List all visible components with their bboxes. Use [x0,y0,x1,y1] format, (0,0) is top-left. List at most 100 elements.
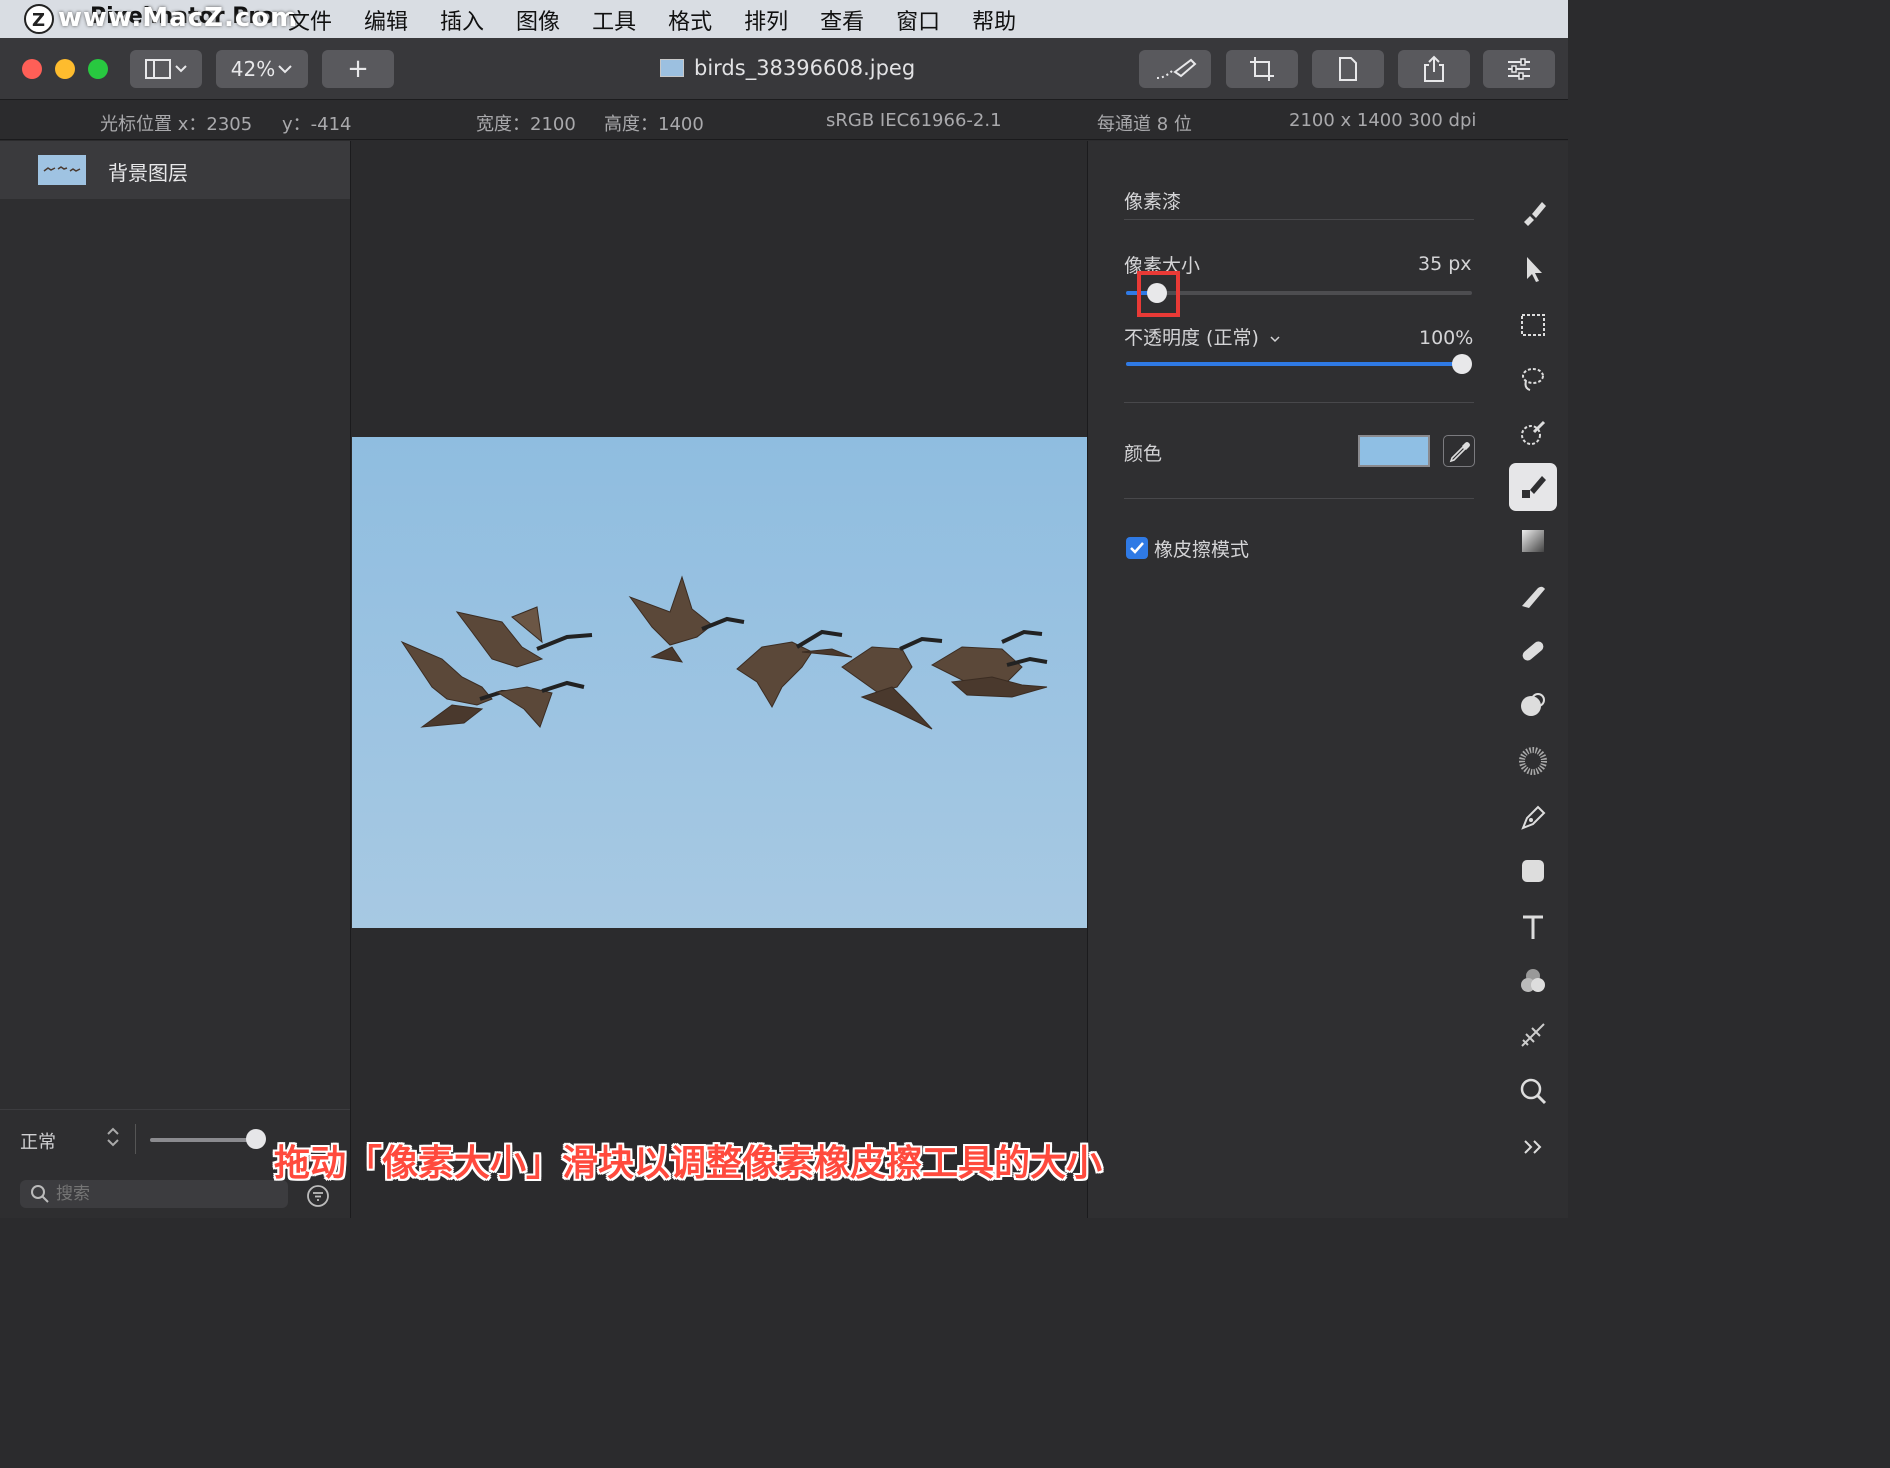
cursor-y-readout: y：-414 [282,114,352,135]
rect-select-tool[interactable] [1509,301,1557,349]
cursor-x-readout: 光标位置 x：2305 [100,114,253,135]
pixel-brush-icon [1522,476,1546,498]
document-thumbnail-icon [660,59,684,77]
paint-style-button[interactable] [1139,50,1211,88]
zoom-value: 42% [230,57,276,81]
layers-panel: 背景图层 正常 [0,141,351,1218]
layer-item[interactable]: 背景图层 [0,141,350,199]
marquee-select-icon [1521,314,1545,336]
menu-file[interactable]: 文件 [288,4,332,36]
menu-list: 文件 编辑 插入 图像 工具 格式 排列 查看 窗口 帮助 [288,4,1048,36]
birds-thumbnail-icon [43,166,81,172]
document-filename: birds_38396608.jpeg [694,56,916,80]
double-chevron-right-icon [1524,1140,1542,1154]
chevron-down-icon [1270,336,1280,343]
menu-image[interactable]: 图像 [516,4,560,36]
minimize-window-button[interactable] [55,59,75,79]
opacity-value[interactable]: 100% [1419,327,1473,349]
arrange-tool[interactable] [1509,245,1557,293]
eraser-mode-label: 橡皮擦模式 [1154,539,1250,561]
title-divider [1124,219,1474,220]
sparkle-brush-icon [1521,1023,1545,1047]
image-height-readout: 高度：1400 [604,114,704,135]
magnifier-icon [1520,1078,1547,1105]
repair-tool[interactable] [1509,627,1557,675]
opacity-label: 不透明度 (正常) [1124,327,1259,349]
tools-sidebar [1497,141,1568,1218]
up-down-chevron-icon[interactable] [106,1126,120,1148]
zoom-dropdown[interactable]: 42% [216,50,308,88]
color-fill-tool[interactable] [1509,957,1557,1005]
layer-opacity-knob[interactable] [246,1129,266,1149]
layer-opacity-slider[interactable] [150,1138,256,1142]
add-button[interactable]: + [322,50,394,88]
pixel-paint-tool[interactable] [1509,463,1557,511]
gradient-icon [1522,530,1544,552]
eraser-icon [1522,586,1545,608]
crop-button[interactable] [1226,50,1298,88]
color-adjust-tool[interactable] [1509,409,1557,457]
window-toolbar: 42% + birds_38396608.jpeg [0,38,1568,100]
eyedropper-icon [1449,442,1470,463]
image-canvas[interactable] [352,437,1087,928]
image-width-readout: 宽度：2100 [476,114,576,135]
menu-bar: Z Pixelmator Pro www.MacZ.com 文件 编辑 插入 图… [0,0,1568,38]
eyedropper-button[interactable] [1443,435,1475,467]
eraser-mode-checkbox[interactable] [1126,537,1148,559]
tool-inspector: 像素漆 像素大小 35 px 不透明度 (正常) 100% 颜色 橡皮擦模式 [1087,141,1497,1218]
opacity-knob[interactable] [1452,354,1472,374]
document-icon [1339,57,1357,81]
zoom-tool[interactable] [1509,1067,1557,1115]
sliders-icon [1508,58,1530,80]
canvas-area[interactable] [351,141,1087,1218]
noise-brush-icon [1519,747,1547,775]
footer-divider [135,1124,136,1154]
menu-format[interactable]: 格式 [668,4,712,36]
clone-tool[interactable] [1509,681,1557,729]
text-t-icon [1523,915,1543,939]
gradient-tool[interactable] [1509,517,1557,565]
more-tools-button[interactable] [1509,1123,1557,1171]
menu-help[interactable]: 帮助 [972,4,1016,36]
menu-arrange[interactable]: 排列 [744,4,788,36]
retouch-tool[interactable] [1509,573,1557,621]
format-button[interactable] [1312,50,1384,88]
adjustments-button[interactable] [1483,50,1555,88]
effects-brush-tool[interactable] [1509,737,1557,785]
menu-window[interactable]: 窗口 [896,4,940,36]
share-button[interactable] [1398,50,1470,88]
pixel-size-value[interactable]: 35 px [1418,253,1472,275]
menu-insert[interactable]: 插入 [440,4,484,36]
filter-icon[interactable] [306,1184,330,1208]
layer-search-field[interactable] [20,1180,288,1208]
color-well[interactable] [1358,435,1430,467]
color-circles-icon [1521,969,1545,992]
app-logo-icon[interactable]: Z [22,2,56,36]
document-title: birds_38396608.jpeg [660,56,915,80]
paint-tool[interactable] [1509,189,1557,237]
chevron-down-icon [278,65,292,74]
brush-stroke-icon [1156,58,1197,79]
menu-tools[interactable]: 工具 [592,4,636,36]
search-input[interactable] [56,1182,276,1206]
menu-edit[interactable]: 编辑 [364,4,408,36]
shape-tool[interactable] [1509,847,1557,895]
close-window-button[interactable] [22,59,42,79]
highlight-annotation [1137,271,1180,317]
menu-view[interactable]: 查看 [820,4,864,36]
text-tool[interactable] [1509,903,1557,951]
lasso-icon [1522,368,1544,391]
search-icon [31,1185,49,1203]
dimensions-readout: 2100 x 1400 300 dpi [1289,110,1477,131]
tool-title: 像素漆 [1124,191,1182,213]
bit-depth-readout: 每通道 8 位 [1097,114,1192,135]
style-tool[interactable] [1509,1011,1557,1059]
zoom-window-button[interactable] [88,59,108,79]
pen-tool[interactable] [1509,793,1557,841]
sidebar-toggle-button[interactable] [130,50,202,88]
color-label: 颜色 [1124,443,1163,465]
crop-icon [1250,57,1274,81]
blend-mode-select[interactable]: 正常 [20,1128,56,1154]
magic-select-tool[interactable] [1509,355,1557,403]
opacity-dropdown[interactable]: 不透明度 (正常) [1124,323,1281,350]
